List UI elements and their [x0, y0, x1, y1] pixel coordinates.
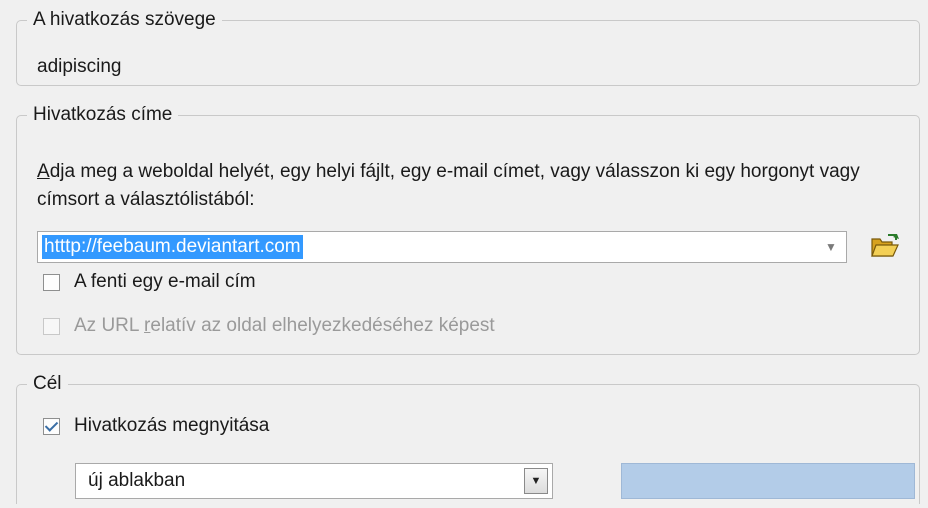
email-checkbox[interactable] — [43, 273, 60, 291]
relative-url-checkbox — [43, 317, 60, 335]
email-checkbox-row[interactable]: A fenti egy e-mail cím — [43, 269, 256, 295]
link-address-group: Hivatkozás címe Adja meg a weboldal hely… — [16, 103, 920, 355]
open-in-select-value: új ablakban — [88, 470, 186, 491]
link-address-description: Adja meg a weboldal helyét, egy helyi fá… — [37, 161, 860, 210]
open-in-select[interactable]: új ablakban ▼ — [75, 463, 553, 499]
link-text-value: adipiscing — [37, 56, 122, 77]
link-text-legend: A hivatkozás szövege — [27, 8, 222, 32]
target-group: Cél Hivatkozás megnyitása új ablakban ▼ — [16, 372, 920, 504]
relative-url-checkbox-label: Az URL relatív az oldal elhelyezkedéséhe… — [74, 315, 495, 336]
url-dropdown-arrow[interactable]: ▼ — [816, 232, 846, 262]
open-link-checkbox[interactable] — [43, 417, 60, 435]
url-input[interactable]: htttp://feebaum.deviantart.com — [42, 235, 303, 259]
link-address-legend: Hivatkozás címe — [27, 103, 179, 127]
email-checkbox-label: A fenti egy e-mail cím — [74, 271, 256, 292]
frame-name-field[interactable] — [621, 463, 915, 499]
url-combobox[interactable]: htttp://feebaum.deviantart.com ▼ — [37, 231, 847, 263]
link-text-group: A hivatkozás szövege adipiscing — [16, 8, 920, 86]
open-link-checkbox-label: Hivatkozás megnyitása — [74, 415, 270, 436]
relative-url-checkbox-row: Az URL relatív az oldal elhelyezkedéséhe… — [43, 313, 495, 339]
chevron-down-icon[interactable]: ▼ — [524, 468, 548, 494]
open-link-checkbox-row[interactable]: Hivatkozás megnyitása — [43, 413, 269, 439]
browse-folder-button[interactable] — [865, 228, 905, 264]
target-legend: Cél — [27, 372, 68, 396]
open-folder-icon — [871, 234, 899, 257]
